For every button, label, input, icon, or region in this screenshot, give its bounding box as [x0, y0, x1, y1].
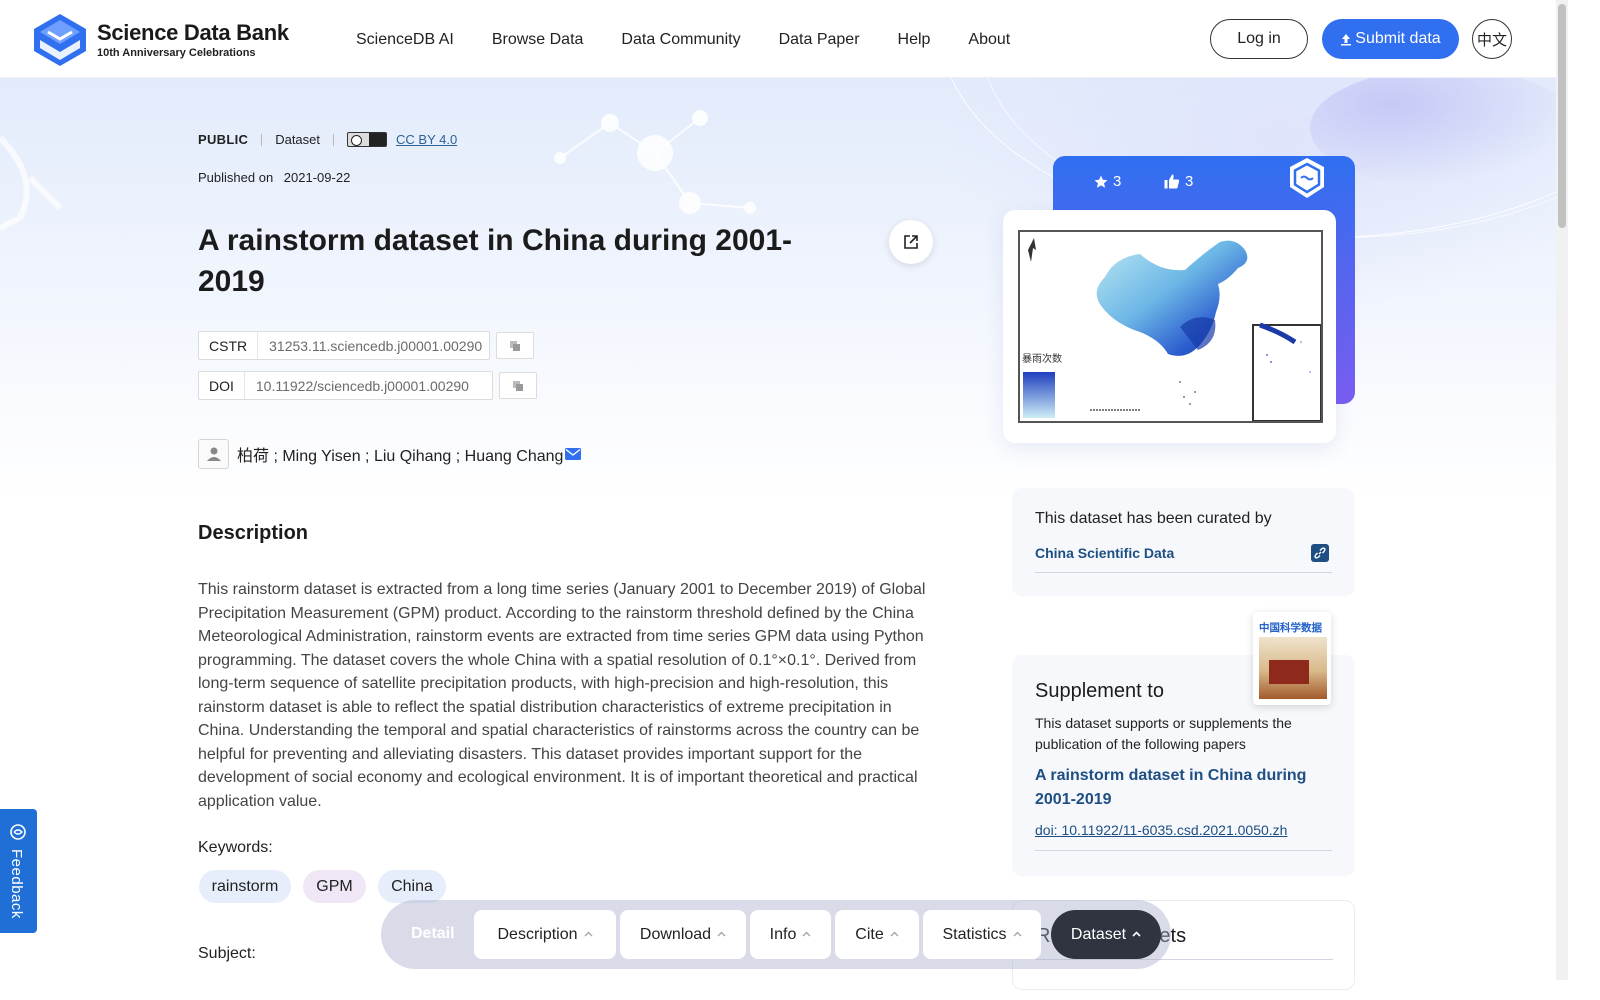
cstr-label: CSTR	[199, 332, 259, 359]
logo-title: Science Data Bank	[97, 20, 289, 45]
chevron-up-icon	[717, 931, 726, 937]
chevron-up-icon	[1012, 931, 1022, 937]
chevron-up-icon	[802, 931, 811, 937]
copy-cstr-button[interactable]	[496, 332, 534, 359]
section-tab-info[interactable]: Info	[750, 910, 831, 959]
map-legend-label: 暴雨次数	[1022, 352, 1062, 365]
section-tab-cite[interactable]: Cite	[835, 910, 919, 959]
top-header: Science Data Bank 10th Anniversary Celeb…	[0, 0, 1568, 78]
access-badge: PUBLIC	[198, 132, 249, 147]
author-avatar-icon	[198, 439, 229, 469]
doi-value: 10.11922/sciencedb.j00001.00290	[255, 377, 469, 394]
paper-title-link[interactable]: A rainstorm dataset in China during 2001…	[1035, 764, 1325, 811]
page-scrollbar[interactable]	[1556, 0, 1568, 980]
section-tab-dataset[interactable]: Dataset	[1051, 910, 1161, 959]
feedback-label: Feedback	[8, 849, 25, 919]
logo-subtitle: 10th Anniversary Celebrations	[97, 47, 256, 59]
section-tab-statistics[interactable]: Statistics	[923, 910, 1041, 959]
curated-by-card: This dataset has been curated by China S…	[1012, 488, 1355, 596]
section-nav-bar: Detail Description Download Info Cite St…	[381, 900, 1171, 969]
supplement-description: This dataset supports or supplements the…	[1035, 715, 1292, 752]
description-text: This rainstorm dataset is extracted from…	[198, 581, 926, 810]
nav-data-community[interactable]: Data Community	[621, 30, 740, 50]
chevron-up-icon	[890, 931, 899, 937]
section-nav-detail: Detail	[411, 925, 455, 942]
copy-icon	[513, 380, 523, 391]
authors: 柏荷 ; Ming Yisen ; Liu Qihang ; Huang Cha…	[198, 439, 582, 469]
shield-badge-icon	[1290, 158, 1324, 198]
keyword-tag[interactable]: China	[378, 870, 446, 903]
published-date: Published on 2021-09-22	[198, 170, 351, 185]
language-toggle[interactable]: 中文	[1472, 19, 1512, 59]
dataset-preview-card[interactable]: 暴雨次数	[1003, 210, 1336, 443]
cc-license-icon	[347, 132, 388, 147]
section-tab-download[interactable]: Download	[620, 910, 746, 959]
curated-text: This dataset has been curated by	[1035, 510, 1272, 527]
page-title: A rainstorm dataset in China during 2001…	[198, 224, 793, 298]
email-icon[interactable]	[565, 448, 582, 460]
nav-help[interactable]: Help	[898, 30, 931, 50]
curated-org-link[interactable]: China Scientific Data	[1035, 545, 1174, 561]
main-nav: ScienceDB AI Browse Data Data Community …	[356, 30, 1048, 50]
dataset-type: Dataset	[275, 132, 321, 147]
section-tab-description[interactable]: Description	[474, 910, 616, 959]
external-link-icon	[904, 235, 918, 249]
doi-label: DOI	[199, 372, 245, 399]
paper-doi-link[interactable]: doi: 10.11922/11-6035.csd.2021.0050.zh	[1035, 822, 1287, 838]
journal-title: 中国科学数据	[1259, 622, 1322, 634]
nav-data-paper[interactable]: Data Paper	[779, 30, 860, 50]
keyword-tag[interactable]: rainstorm	[199, 870, 291, 903]
chevron-up-icon	[583, 931, 593, 937]
nav-sciencedb-ai[interactable]: ScienceDB AI	[356, 30, 454, 50]
copy-doi-button[interactable]	[499, 372, 537, 399]
license-link[interactable]: CC BY 4.0	[396, 132, 457, 147]
nav-browse-data[interactable]: Browse Data	[492, 30, 584, 50]
link-icon[interactable]	[1311, 544, 1329, 562]
cstr-row: CSTR 31253.11.sciencedb.j00001.00290	[198, 331, 534, 360]
keyword-tag[interactable]: GPM	[303, 870, 366, 903]
feedback-button[interactable]: Feedback	[0, 809, 37, 933]
journal-cover[interactable]: 中国科学数据	[1253, 612, 1331, 705]
dataset-meta: PUBLIC Dataset CC BY 4.0	[198, 132, 457, 147]
star-icon	[1094, 175, 1108, 188]
submit-data-label: Submit data	[1355, 30, 1441, 47]
doi-row: DOI 10.11922/sciencedb.j00001.00290	[198, 371, 537, 400]
keywords-label: Keywords:	[198, 839, 273, 856]
cstr-value: 31253.11.sciencedb.j00001.00290	[269, 337, 483, 354]
supplement-title: Supplement to	[1035, 680, 1164, 702]
chevron-up-icon	[1132, 931, 1141, 937]
author-list[interactable]: 柏荷 ; Ming Yisen ; Liu Qihang ; Huang Cha…	[237, 442, 563, 466]
logo[interactable]: Science Data Bank 10th Anniversary Celeb…	[32, 12, 289, 68]
nav-about[interactable]: About	[968, 30, 1010, 50]
login-button[interactable]: Log in	[1210, 19, 1308, 59]
copy-icon	[510, 340, 520, 351]
subject-label: Subject:	[198, 945, 256, 962]
thumbs-up-icon	[1164, 174, 1180, 189]
sciencedb-logo-icon	[34, 14, 86, 66]
upload-icon	[1341, 33, 1352, 45]
dataset-preview-map: 暴雨次数	[1018, 230, 1323, 423]
like-count[interactable]: 3	[1164, 173, 1193, 190]
feedback-icon	[10, 824, 26, 840]
scrollbar-thumb[interactable]	[1558, 4, 1566, 228]
submit-data-button[interactable]: Submit data	[1322, 19, 1459, 59]
share-button[interactable]	[889, 220, 933, 264]
star-count[interactable]: 3	[1094, 173, 1121, 190]
description-heading: Description	[198, 522, 309, 544]
